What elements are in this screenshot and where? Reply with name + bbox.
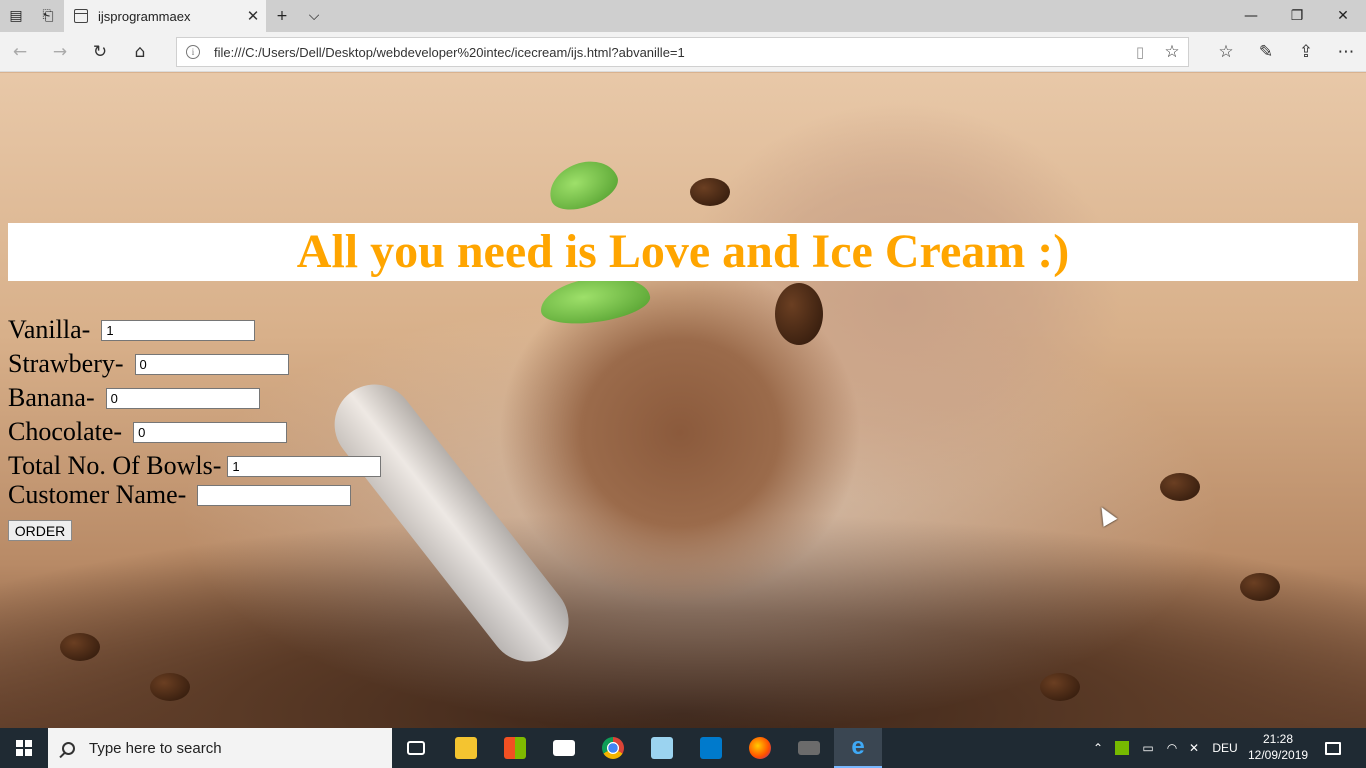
notepad-icon[interactable] [638, 728, 686, 768]
volume-muted-icon[interactable]: ✕ [1184, 728, 1204, 768]
coffee-bean-graphic [1240, 573, 1280, 601]
minimize-icon[interactable]: — [1228, 0, 1274, 32]
banana-label: Banana- [8, 383, 95, 412]
favorite-star-icon[interactable]: ☆ [1156, 42, 1188, 62]
spoon-graphic [318, 368, 585, 678]
coffee-bean-graphic [1160, 473, 1200, 501]
chocolate-label: Chocolate- [8, 417, 123, 446]
close-window-icon[interactable]: ✕ [1320, 0, 1366, 32]
mouse-cursor-icon [1094, 503, 1118, 527]
page-content: All you need is Love and Ice Cream :) Va… [0, 73, 1366, 728]
chrome-icon[interactable] [589, 728, 637, 768]
customer-name-label: Customer Name- [8, 480, 187, 509]
new-tab-button[interactable]: + [266, 0, 298, 32]
total-bowls-row: Total No. Of Bowls- [8, 451, 382, 480]
forward-icon[interactable]: → [44, 36, 76, 68]
taskbar-clock[interactable]: 21:28 12/09/2019 [1248, 731, 1308, 763]
banana-row: Banana- [8, 385, 260, 411]
browser-tab-bar: ▤ ⎗ ijsprogrammaex ✕ + ⌵ — ❐ ✕ [0, 0, 1366, 32]
mail-icon[interactable] [540, 728, 588, 768]
wifi-icon[interactable]: ◠ [1160, 728, 1184, 768]
page-title: All you need is Love and Ice Cream :) [296, 225, 1070, 278]
address-bar[interactable]: i file:///C:/Users/Dell/Desktop/webdevel… [176, 37, 1189, 67]
search-icon [62, 741, 75, 755]
taskbar: Type here to search e ⌃ ▭ ◠ ✕ DEU 21:28 … [0, 728, 1366, 768]
chocolate-input[interactable] [133, 421, 288, 443]
coffee-bean-graphic [1040, 673, 1080, 701]
vanilla-row: Vanilla- [8, 315, 256, 344]
more-options-icon[interactable]: ⋯ [1330, 36, 1362, 68]
search-placeholder: Type here to search [89, 739, 222, 757]
edge-icon[interactable]: e [834, 728, 882, 768]
strawberry-input[interactable] [134, 353, 289, 375]
share-icon[interactable]: ⇪ [1290, 36, 1322, 68]
browser-tab-active[interactable]: ijsprogrammaex ✕ [64, 0, 266, 32]
clock-time: 21:28 [1262, 732, 1294, 746]
tab-title: ijsprogrammaex [98, 8, 191, 24]
total-bowls-input[interactable] [227, 455, 382, 477]
total-bowls-label: Total No. Of Bowls- [8, 451, 222, 480]
reading-view-icon[interactable]: ▯ [1124, 43, 1156, 61]
vscode-icon[interactable] [687, 728, 735, 768]
show-tabs-aside-icon[interactable]: ⎗ [32, 0, 64, 32]
restore-icon[interactable]: ❐ [1274, 0, 1320, 32]
refresh-icon[interactable]: ↻ [84, 36, 116, 68]
coffee-bean-graphic [60, 633, 100, 661]
vanilla-input[interactable] [101, 319, 256, 341]
nvidia-tray-icon[interactable] [1112, 728, 1132, 768]
file-explorer-icon[interactable] [442, 728, 490, 768]
game-icon[interactable] [785, 728, 833, 768]
customer-name-row: Customer Name- [8, 480, 352, 509]
taskbar-search-box[interactable]: Type here to search [48, 728, 392, 768]
set-aside-tabs-icon[interactable]: ▤ [0, 0, 32, 32]
battery-icon[interactable]: ▭ [1136, 728, 1160, 768]
banana-input[interactable] [105, 387, 260, 409]
language-indicator[interactable]: DEU [1208, 728, 1242, 768]
clock-date: 12/09/2019 [1248, 748, 1309, 762]
coffee-bean-graphic [150, 673, 190, 701]
start-button[interactable] [0, 728, 48, 768]
tab-preview-chevron-icon[interactable]: ⌵ [298, 0, 330, 32]
coffee-bean-graphic [775, 283, 823, 345]
favorites-list-icon[interactable]: ☆ [1210, 36, 1242, 68]
vanilla-label: Vanilla- [8, 315, 91, 344]
customer-name-input[interactable] [197, 484, 352, 506]
store-icon[interactable] [491, 728, 539, 768]
chocolate-row: Chocolate- [8, 417, 288, 446]
strawberry-label: Strawbery- [8, 349, 124, 378]
close-tab-icon[interactable]: ✕ [240, 7, 266, 25]
coffee-bean-graphic [690, 178, 730, 206]
page-icon [74, 9, 88, 23]
heading-banner: All you need is Love and Ice Cream :) [8, 223, 1358, 281]
info-icon[interactable]: i [186, 45, 200, 59]
pen-notes-icon[interactable]: ✎ [1250, 36, 1282, 68]
browser-nav-bar: ← → ↻ ⌂ i file:///C:/Users/Dell/Desktop/… [0, 32, 1366, 72]
mint-leaf-graphic [542, 152, 624, 218]
action-center-icon[interactable] [1312, 728, 1354, 768]
home-icon[interactable]: ⌂ [124, 36, 156, 68]
strawberry-row: Strawbery- [8, 351, 289, 377]
show-hidden-icons-chevron-icon[interactable]: ⌃ [1088, 728, 1108, 768]
windows-logo-icon [16, 740, 32, 756]
task-view-icon[interactable] [392, 728, 440, 768]
url-text[interactable]: file:///C:/Users/Dell/Desktop/webdevelop… [214, 45, 1124, 60]
firefox-icon[interactable] [736, 728, 784, 768]
order-button[interactable]: ORDER [8, 520, 72, 541]
back-icon[interactable]: ← [4, 36, 36, 68]
